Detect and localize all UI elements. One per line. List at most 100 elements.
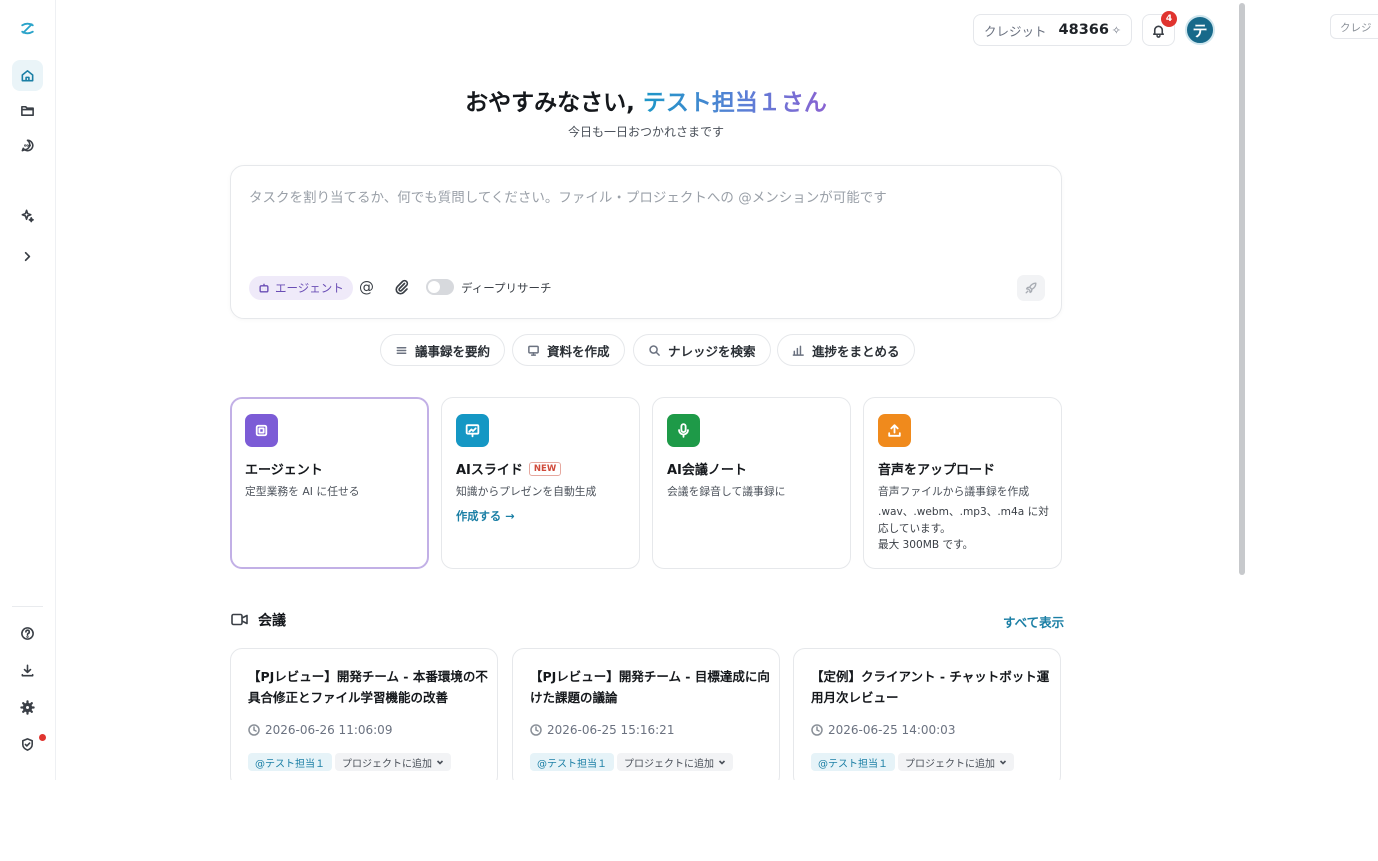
upload-icon: [878, 414, 911, 447]
meeting-card[interactable]: 【定例】クライアント - チャットボット運用月次レビュー 2026-06-25 …: [793, 648, 1061, 788]
feature-desc: 定型業務を AI に任せる: [245, 485, 360, 498]
sidebar-item-chat[interactable]: [12, 130, 43, 161]
home-icon: [21, 70, 34, 82]
feature-title: エージェント: [245, 463, 323, 478]
meeting-datetime-text: 2026-06-25 14:00:03: [828, 723, 956, 737]
meeting-datetime: 2026-06-26 11:06:09: [248, 723, 392, 737]
meeting-title: 【PJレビュー】開発チーム - 本番環境の不具合修正とファイル学習機能の改善: [248, 669, 488, 705]
logo-icon[interactable]: [12, 13, 43, 44]
view-all-meetings-link[interactable]: すべて表示: [1003, 612, 1064, 631]
meeting-datetime-text: 2026-06-25 15:16:21: [547, 723, 675, 737]
upload-size-line: 最大 300MB です。: [878, 539, 974, 551]
sparkle-icon: [21, 209, 34, 223]
feature-card-upload-audio[interactable]: 音声をアップロード 音声ファイルから議事録を作成 .wav、.webm、.mp3…: [863, 397, 1062, 569]
sidebar-item-download[interactable]: [12, 655, 43, 686]
deep-research-toggle[interactable]: [426, 279, 454, 295]
meeting-title: 【PJレビュー】開発チーム - 目標達成に向けた課題の議論: [530, 669, 770, 705]
search-icon: [649, 344, 660, 356]
credit-value: 48366: [1058, 22, 1109, 38]
send-button[interactable]: [1017, 275, 1045, 301]
feature-title: AIスライド NEW: [456, 459, 562, 478]
quick-action-create-doc[interactable]: 資料を作成: [512, 334, 625, 366]
add-to-project-dropdown[interactable]: プロジェクトに追加: [617, 753, 733, 771]
add-to-project-label: プロジェクトに追加: [342, 758, 432, 770]
greeting-prefix: おやすみなさい,: [465, 90, 643, 116]
video-icon: [231, 612, 248, 631]
sidebar-item-settings[interactable]: [12, 692, 43, 723]
quick-action-label: 資料を作成: [547, 343, 610, 359]
microphone-icon: [667, 414, 700, 447]
greeting-subtitle: 今日も一日おつかれさまです: [567, 125, 724, 139]
owner-tag[interactable]: @テスト担当１: [811, 753, 895, 771]
offscreen-credit-label: クレジ: [1330, 14, 1378, 39]
meeting-datetime-text: 2026-06-26 11:06:09: [265, 723, 393, 737]
meetings-section-title: 会議: [258, 613, 286, 629]
feature-card-ai-meeting[interactable]: AI会議ノート 会議を録音して議事録に: [652, 397, 851, 569]
robot-icon: [259, 283, 269, 293]
paperclip-icon: [395, 279, 409, 295]
mention-button[interactable]: @: [359, 278, 374, 296]
owner-tag[interactable]: @テスト担当１: [530, 753, 614, 771]
sidebar-item-folders[interactable]: [12, 95, 43, 126]
gear-icon: [20, 700, 35, 715]
quick-action-label: ナレッジを検索: [668, 343, 756, 359]
create-slide-link[interactable]: 作成する →: [456, 508, 515, 524]
help-icon: [21, 627, 34, 640]
feature-title: 音声をアップロード: [878, 463, 996, 478]
feature-card-ai-slide[interactable]: AIスライド NEW 知識からプレゼンを自動生成 作成する →: [441, 397, 640, 569]
quick-action-summarize[interactable]: 議事録を要約: [380, 334, 506, 366]
clock-icon: [248, 724, 260, 736]
viewport-bottom-area: [0, 780, 1378, 861]
feature-card-agent[interactable]: エージェント 定型業務を AI に任せる: [230, 397, 429, 569]
sidebar-item-security[interactable]: [12, 729, 43, 760]
page-title: おやすみなさい, テスト担当１さん: [230, 83, 1062, 117]
meeting-datetime: 2026-06-25 15:16:21: [530, 723, 674, 737]
add-to-project-label: プロジェクトに追加: [905, 758, 995, 770]
sidebar-item-home[interactable]: [12, 60, 43, 91]
add-to-project-label: プロジェクトに追加: [624, 758, 714, 770]
add-to-project-dropdown[interactable]: プロジェクトに追加: [898, 753, 1014, 771]
agent-chip-label: エージェント: [275, 281, 344, 295]
attach-button[interactable]: [394, 279, 410, 299]
avatar[interactable]: テ: [1185, 15, 1215, 45]
quick-action-label: 進捗をまとめる: [812, 343, 900, 359]
quick-action-label: 議事録を要約: [415, 343, 491, 359]
chevron-right-icon: [24, 251, 31, 262]
notification-count-badge: 4: [1161, 11, 1177, 27]
meeting-card[interactable]: 【PJレビュー】開発チーム - 本番環境の不具合修正とファイル学習機能の改善 2…: [230, 648, 498, 788]
new-badge: NEW: [528, 461, 562, 476]
sidebar: [0, 0, 56, 780]
meeting-card[interactable]: 【PJレビュー】開発チーム - 目標達成に向けた課題の議論 2026-06-25…: [512, 648, 780, 788]
task-composer[interactable]: タスクを割り当てるか、何でも質問してください。ファイル・プロジェクトへの @メン…: [230, 165, 1062, 319]
credit-display[interactable]: クレジット 48366 ✧: [973, 14, 1132, 46]
download-icon: [21, 664, 34, 677]
task-input-placeholder[interactable]: タスクを割り当てるか、何でも質問してください。ファイル・プロジェクトへの @メン…: [249, 186, 887, 206]
chat-icon: [21, 139, 34, 152]
sparkle-icon: ✧: [1111, 23, 1121, 37]
scrollbar[interactable]: [1239, 3, 1245, 575]
feature-title: AI会議ノート: [667, 463, 747, 478]
bar-chart-icon: [792, 345, 804, 356]
feature-title-text: AIスライド: [456, 463, 523, 478]
quick-action-search-knowledge[interactable]: ナレッジを検索: [633, 334, 771, 366]
sidebar-item-help[interactable]: [12, 618, 43, 649]
sidebar-expand-button[interactable]: [12, 241, 43, 272]
meeting-title: 【定例】クライアント - チャットボット運用月次レビュー: [811, 669, 1050, 705]
feature-desc: 会議を録音して議事録に: [667, 485, 786, 498]
rocket-icon: [1025, 282, 1037, 294]
feature-desc: 音声ファイルから議事録を作成: [878, 485, 1030, 498]
owner-tag[interactable]: @テスト担当１: [248, 753, 332, 771]
chip-icon: [245, 414, 278, 447]
meeting-datetime: 2026-06-25 14:00:03: [811, 723, 955, 737]
list-icon: [396, 346, 407, 354]
add-to-project-dropdown[interactable]: プロジェクトに追加: [335, 753, 451, 771]
feature-desc: 知識からプレゼンを自動生成: [456, 485, 597, 498]
quick-action-progress[interactable]: 進捗をまとめる: [777, 334, 915, 366]
agent-mode-chip[interactable]: エージェント: [249, 276, 353, 300]
greeting-user: テスト担当１さん: [642, 90, 827, 116]
slide-chart-icon: [456, 414, 489, 447]
clock-icon: [811, 724, 823, 736]
sidebar-item-ai[interactable]: [12, 200, 43, 231]
chevron-down-icon: [436, 760, 444, 765]
shield-icon: [22, 738, 33, 751]
